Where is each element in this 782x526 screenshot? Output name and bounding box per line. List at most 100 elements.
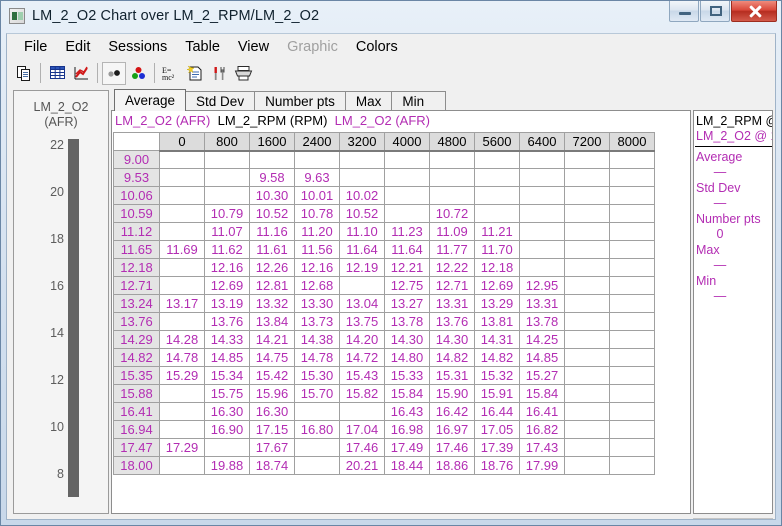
table-cell[interactable] xyxy=(609,456,655,475)
table-cell[interactable]: 12.19 xyxy=(339,258,385,277)
table-cell[interactable] xyxy=(294,150,340,169)
table-cell[interactable]: 11.20 xyxy=(294,222,340,241)
table-cell[interactable] xyxy=(609,168,655,187)
table-cell[interactable]: 14.85 xyxy=(519,348,565,367)
table-cell[interactable]: 14.30 xyxy=(429,330,475,349)
table-cell[interactable]: 18.44 xyxy=(384,456,430,475)
table-cell[interactable]: 10.78 xyxy=(294,204,340,223)
table-cell[interactable] xyxy=(609,204,655,223)
table-cell[interactable]: 14.28 xyxy=(159,330,205,349)
table-cell[interactable] xyxy=(474,168,520,187)
table-column-header[interactable]: 1600 xyxy=(249,132,295,152)
table-cell[interactable]: 11.70 xyxy=(474,240,520,259)
table-cell[interactable]: 16.82 xyxy=(519,420,565,439)
table-cell[interactable] xyxy=(564,240,610,259)
table-cell[interactable] xyxy=(564,438,610,457)
table-cell[interactable] xyxy=(609,348,655,367)
table-cell[interactable]: 15.75 xyxy=(204,384,250,403)
table-cell[interactable] xyxy=(384,168,430,187)
table-cell[interactable]: 15.42 xyxy=(249,366,295,385)
table-cell[interactable] xyxy=(159,150,205,169)
table-cell[interactable]: 13.30 xyxy=(294,294,340,313)
table-cell[interactable] xyxy=(159,186,205,205)
table-cell[interactable]: 14.21 xyxy=(249,330,295,349)
table-cell[interactable]: 13.29 xyxy=(474,294,520,313)
new-document-icon[interactable] xyxy=(183,62,207,85)
table-row-header[interactable]: 16.94 xyxy=(113,420,160,439)
tab-number-pts[interactable]: Number pts xyxy=(254,91,346,111)
table-cell[interactable]: 13.73 xyxy=(294,312,340,331)
table-cell[interactable]: 14.31 xyxy=(474,330,520,349)
horizontal-scrollbar[interactable]: ◄ ||| ► xyxy=(693,518,773,520)
table-cell[interactable]: 19.88 xyxy=(204,456,250,475)
table-cell[interactable] xyxy=(609,384,655,403)
table-cell[interactable]: 16.90 xyxy=(204,420,250,439)
table-cell[interactable] xyxy=(159,276,205,295)
table-cell[interactable]: 16.44 xyxy=(474,402,520,421)
table-cell[interactable] xyxy=(564,348,610,367)
table-cell[interactable]: 11.64 xyxy=(339,240,385,259)
menu-sessions[interactable]: Sessions xyxy=(99,37,176,57)
scroll-right-arrow-icon[interactable]: ► xyxy=(756,519,772,520)
table-cell[interactable] xyxy=(609,402,655,421)
table-cell[interactable]: 11.61 xyxy=(249,240,295,259)
table-row-header[interactable]: 14.29 xyxy=(113,330,160,349)
table-cell[interactable] xyxy=(564,366,610,385)
copy-icon[interactable] xyxy=(12,62,36,85)
tab-min[interactable]: Min xyxy=(391,91,436,111)
table-cell[interactable]: 14.38 xyxy=(294,330,340,349)
table-cell[interactable]: 11.62 xyxy=(204,240,250,259)
table-cell[interactable]: 13.32 xyxy=(249,294,295,313)
table-cell[interactable] xyxy=(519,168,565,187)
table-cell[interactable]: 11.07 xyxy=(204,222,250,241)
y-axis-bar[interactable] xyxy=(68,139,79,497)
table-cell[interactable] xyxy=(204,168,250,187)
table-cell[interactable]: 10.52 xyxy=(249,204,295,223)
table-cell[interactable]: 13.76 xyxy=(429,312,475,331)
table-cell[interactable] xyxy=(564,294,610,313)
tools-icon[interactable] xyxy=(207,62,231,85)
table-cell[interactable] xyxy=(204,438,250,457)
table-cell[interactable] xyxy=(159,420,205,439)
table-cell[interactable] xyxy=(609,186,655,205)
table-cell[interactable] xyxy=(339,168,385,187)
table-cell[interactable] xyxy=(564,204,610,223)
scroll-left-arrow-icon[interactable]: ◄ xyxy=(694,519,710,520)
table-cell[interactable]: 17.05 xyxy=(474,420,520,439)
table-cell[interactable] xyxy=(564,222,610,241)
table-cell[interactable]: 15.27 xyxy=(519,366,565,385)
table-cell[interactable] xyxy=(564,330,610,349)
table-cell[interactable]: 11.23 xyxy=(384,222,430,241)
table-cell[interactable] xyxy=(294,402,340,421)
table-cell[interactable]: 12.21 xyxy=(384,258,430,277)
table-cell[interactable]: 14.30 xyxy=(384,330,430,349)
table-cell[interactable]: 14.20 xyxy=(339,330,385,349)
table-cell[interactable]: 12.75 xyxy=(384,276,430,295)
table-cell[interactable] xyxy=(609,258,655,277)
table-cell[interactable]: 13.81 xyxy=(474,312,520,331)
table-cell[interactable]: 10.02 xyxy=(339,186,385,205)
table-column-header[interactable]: 2400 xyxy=(294,132,340,152)
table-cell[interactable] xyxy=(609,276,655,295)
table-cell[interactable]: 14.85 xyxy=(204,348,250,367)
table-cell[interactable]: 15.29 xyxy=(159,366,205,385)
table-cell[interactable]: 14.82 xyxy=(474,348,520,367)
menu-file[interactable]: File xyxy=(15,37,56,57)
table-cell[interactable]: 10.01 xyxy=(294,186,340,205)
table-cell[interactable]: 15.96 xyxy=(249,384,295,403)
table-cell[interactable]: 14.33 xyxy=(204,330,250,349)
table-cell[interactable] xyxy=(564,312,610,331)
table-cell[interactable]: 13.84 xyxy=(249,312,295,331)
table-row-header[interactable]: 11.65 xyxy=(113,240,160,259)
scatter-rgb-icon[interactable] xyxy=(126,62,150,85)
table-cell[interactable] xyxy=(429,150,475,169)
formula-emc2-icon[interactable]: E= mc² xyxy=(159,62,183,85)
tab-std-dev[interactable]: Std Dev xyxy=(185,91,256,111)
scatter-gray-icon[interactable] xyxy=(102,61,126,85)
table-row-header[interactable]: 14.82 xyxy=(113,348,160,367)
table-cell[interactable] xyxy=(519,150,565,169)
table-cell[interactable]: 17.39 xyxy=(474,438,520,457)
table-cell[interactable] xyxy=(384,150,430,169)
table-cell[interactable]: 14.78 xyxy=(294,348,340,367)
table-cell[interactable] xyxy=(564,258,610,277)
